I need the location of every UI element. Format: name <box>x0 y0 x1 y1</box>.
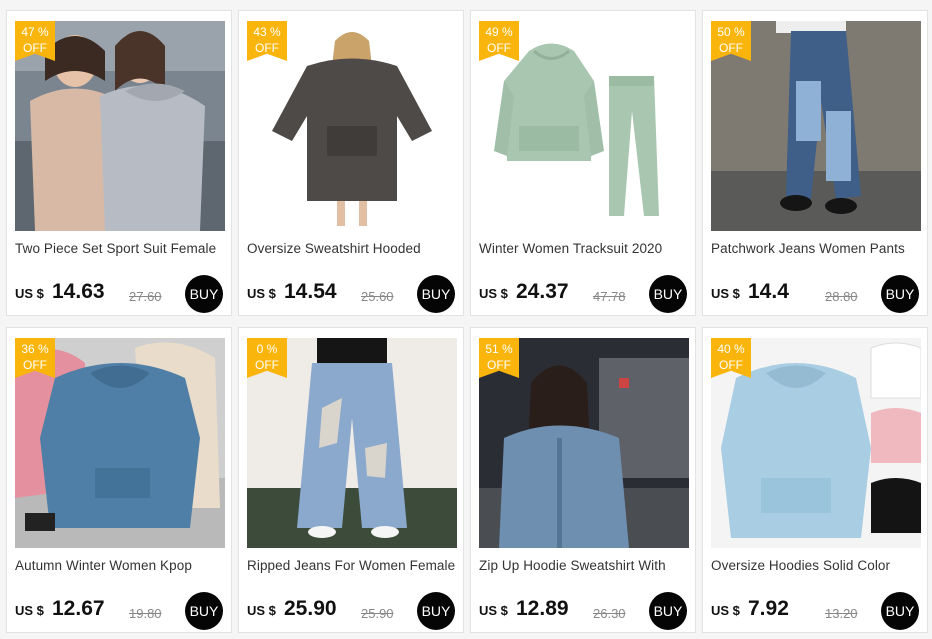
product-title[interactable]: Ripped Jeans For Women Female <box>247 558 459 573</box>
buy-button[interactable]: BUY <box>417 275 455 313</box>
buy-button[interactable]: BUY <box>185 275 223 313</box>
product-image[interactable]: 49 % OFF <box>479 21 689 231</box>
product-card[interactable]: 49 % OFF Winter Women Tracksuit 2020 US … <box>470 10 696 316</box>
product-image[interactable]: 0 % OFF <box>247 338 457 548</box>
price-row: US $ 7.92 13.20 BUY <box>711 592 923 630</box>
product-title[interactable]: Oversize Sweatshirt Hooded <box>247 241 459 256</box>
buy-button[interactable]: BUY <box>649 275 687 313</box>
product-title[interactable]: Autumn Winter Women Kpop <box>15 558 227 573</box>
product-title[interactable]: Two Piece Set Sport Suit Female <box>15 241 227 256</box>
product-image[interactable]: 43 % OFF <box>247 21 457 231</box>
currency-label: US $ <box>711 286 740 301</box>
product-card[interactable]: 51 % OFF Zip Up Hoodie Sweatshirt With U… <box>470 327 696 633</box>
currency-label: US $ <box>479 603 508 618</box>
product-card[interactable]: 50 % OFF Patchwork Jeans Women Pants US … <box>702 10 928 316</box>
currency-label: US $ <box>15 286 44 301</box>
sale-price: 12.67 <box>52 597 105 620</box>
original-price: 26.30 <box>593 606 626 621</box>
sale-price: 14.4 <box>748 280 789 303</box>
price-row: US $ 14.54 25.60 BUY <box>247 275 459 313</box>
currency-label: US $ <box>711 603 740 618</box>
price-row: US $ 24.37 47.78 BUY <box>479 275 691 313</box>
sale-price: 14.63 <box>52 280 105 303</box>
product-title[interactable]: Oversize Hoodies Solid Color <box>711 558 923 573</box>
sale-price: 7.92 <box>748 597 789 620</box>
price-row: US $ 25.90 25.90 BUY <box>247 592 459 630</box>
buy-button[interactable]: BUY <box>417 592 455 630</box>
sale-price: 14.54 <box>284 280 337 303</box>
buy-button[interactable]: BUY <box>881 592 919 630</box>
currency-label: US $ <box>15 603 44 618</box>
original-price: 19.80 <box>129 606 162 621</box>
product-card[interactable]: 43 % OFF Oversize Sweatshirt Hooded US $… <box>238 10 464 316</box>
product-card[interactable]: 0 % OFF Ripped Jeans For Women Female US… <box>238 327 464 633</box>
currency-label: US $ <box>479 286 508 301</box>
product-image[interactable]: 51 % OFF <box>479 338 689 548</box>
sale-price: 25.90 <box>284 597 337 620</box>
price-row: US $ 14.63 27.60 BUY <box>15 275 227 313</box>
buy-button[interactable]: BUY <box>649 592 687 630</box>
original-price: 25.60 <box>361 289 394 304</box>
currency-label: US $ <box>247 603 276 618</box>
sale-price: 24.37 <box>516 280 569 303</box>
product-title[interactable]: Winter Women Tracksuit 2020 <box>479 241 691 256</box>
currency-label: US $ <box>247 286 276 301</box>
original-price: 13.20 <box>825 606 858 621</box>
product-card[interactable]: 47 % OFF Two Piece Set Sport Suit Female… <box>6 10 232 316</box>
product-image[interactable]: 47 % OFF <box>15 21 225 231</box>
product-image[interactable]: 36 % OFF <box>15 338 225 548</box>
original-price: 25.90 <box>361 606 394 621</box>
original-price: 28.80 <box>825 289 858 304</box>
sale-price: 12.89 <box>516 597 569 620</box>
original-price: 47.78 <box>593 289 626 304</box>
product-image[interactable]: 50 % OFF <box>711 21 921 231</box>
buy-button[interactable]: BUY <box>185 592 223 630</box>
price-row: US $ 14.4 28.80 BUY <box>711 275 923 313</box>
product-title[interactable]: Patchwork Jeans Women Pants <box>711 241 923 256</box>
product-title[interactable]: Zip Up Hoodie Sweatshirt With <box>479 558 691 573</box>
buy-button[interactable]: BUY <box>881 275 919 313</box>
product-card[interactable]: 40 % OFF Oversize Hoodies Solid Color US… <box>702 327 928 633</box>
product-image[interactable]: 40 % OFF <box>711 338 921 548</box>
product-card[interactable]: 36 % OFF Autumn Winter Women Kpop US $ 1… <box>6 327 232 633</box>
product-grid: 47 % OFF Two Piece Set Sport Suit Female… <box>0 0 932 639</box>
price-row: US $ 12.89 26.30 BUY <box>479 592 691 630</box>
original-price: 27.60 <box>129 289 162 304</box>
price-row: US $ 12.67 19.80 BUY <box>15 592 227 630</box>
